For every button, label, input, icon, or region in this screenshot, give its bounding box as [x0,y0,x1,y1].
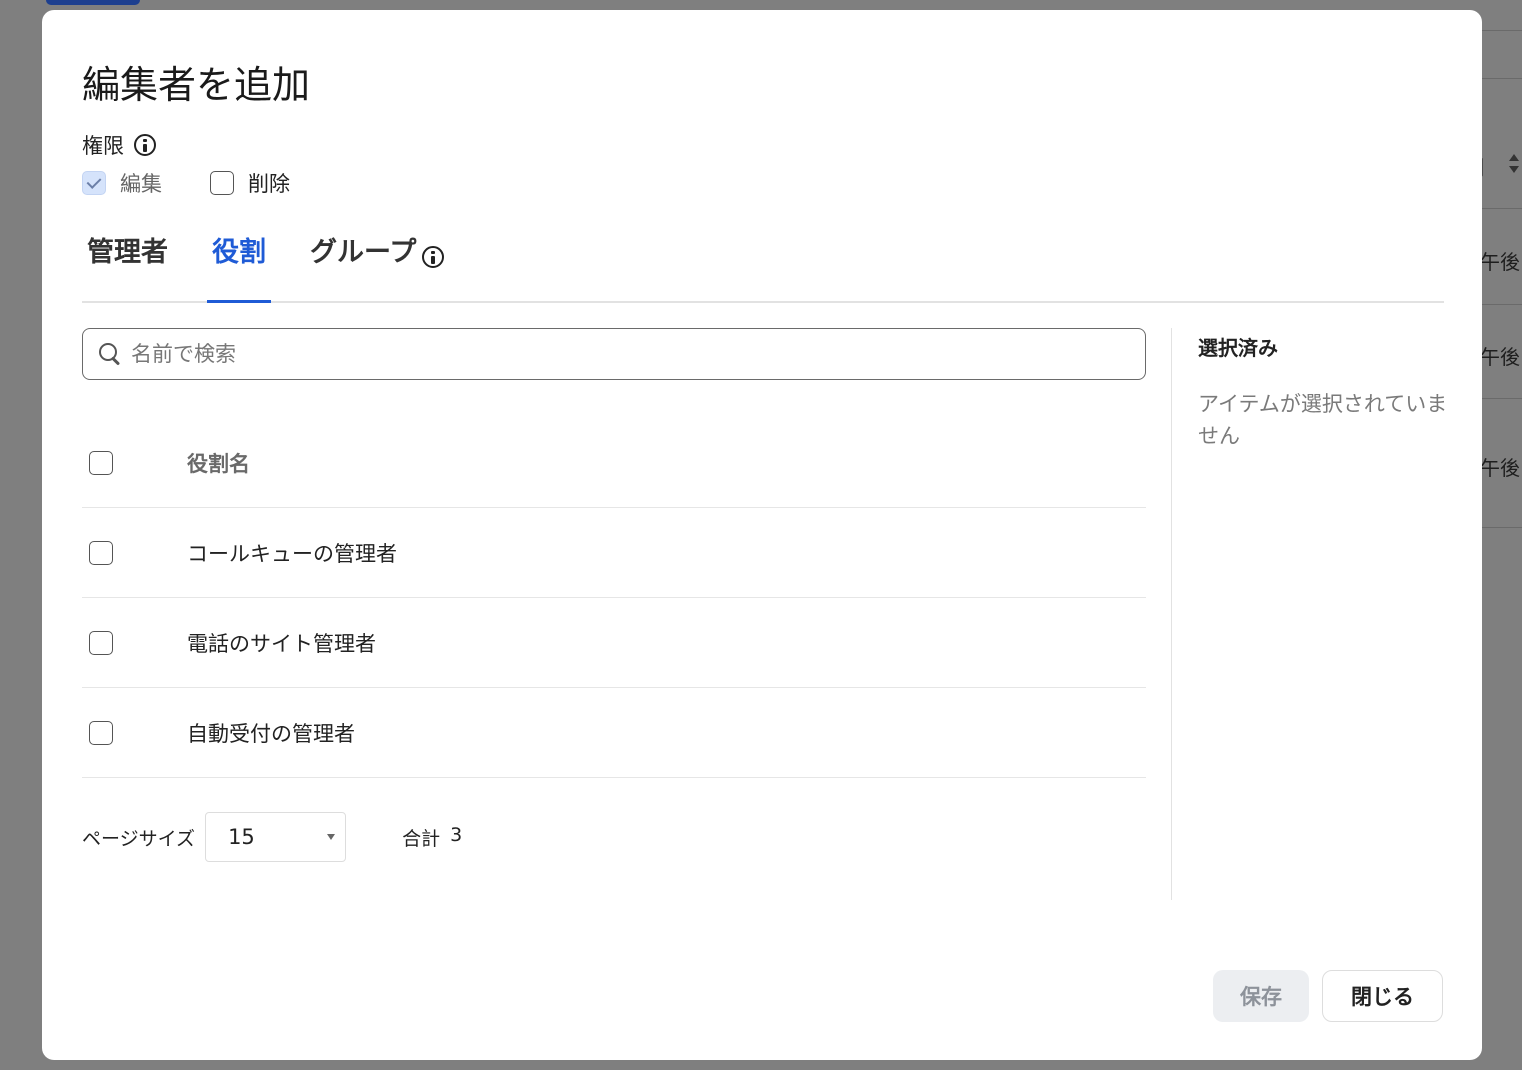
add-editor-dialog: 編集者を追加 権限 編集 削除 管理者 役割 グループ 役割 [42,10,1482,1060]
info-icon[interactable] [134,134,156,156]
row-checkbox[interactable] [89,540,113,565]
role-name-cell: 自動受付の管理者 [187,721,355,746]
table-row[interactable]: コールキューの管理者 [82,508,1146,598]
total-label: 合計 [402,827,441,850]
selected-panel-empty-text: アイテムが選択されていません [1198,392,1448,448]
tab-groups-label: グループ [310,237,417,268]
selected-panel-title: 選択済み [1198,336,1278,360]
tab-admins[interactable]: 管理者 [82,220,173,301]
row-checkbox[interactable] [89,720,113,745]
table-row[interactable]: 自動受付の管理者 [82,688,1146,778]
close-button[interactable]: 閉じる [1322,970,1443,1022]
tab-admins-label: 管理者 [87,237,168,268]
tab-groups[interactable]: グループ [305,220,449,301]
table-row[interactable]: 電話のサイト管理者 [82,598,1146,688]
info-icon[interactable] [422,246,445,268]
search-box [82,328,1146,380]
tab-roles-label: 役割 [212,237,266,268]
permission-edit-checkbox[interactable] [82,171,106,195]
background-cell: 午後 [1480,250,1520,274]
permission-delete-label: 削除 [248,172,290,196]
search-input[interactable] [131,342,1031,366]
pagination-bar: ページサイズ 15 合計 3 [82,812,462,862]
search-icon [99,343,121,365]
tab-roles[interactable]: 役割 [207,220,271,303]
background-cell: 午後 [1480,456,1520,480]
caret-down-icon [327,834,336,840]
row-checkbox[interactable] [89,630,113,655]
page-size-select[interactable]: 15 [205,812,347,862]
role-name-cell: コールキューの管理者 [187,541,397,566]
save-button[interactable]: 保存 [1213,970,1309,1022]
total-value: 3 [450,823,463,846]
permission-delete-checkbox[interactable] [210,171,234,195]
background-cell: 午後 [1480,345,1520,369]
select-all-checkbox[interactable] [89,450,113,475]
permission-edit-option[interactable]: 編集 [82,168,162,198]
dialog-title: 編集者を追加 [82,63,311,107]
sort-icon [1508,152,1520,176]
roles-table: 役割名 コールキューの管理者 電話のサイト管理者 自動受付の管理者 [82,418,1146,778]
permission-edit-label: 編集 [120,172,162,196]
total-count: 合計 3 [402,824,462,851]
permission-delete-option[interactable]: 削除 [210,168,290,198]
column-header-role-name: 役割名 [187,451,250,476]
panel-divider [1171,328,1172,900]
role-name-cell: 電話のサイト管理者 [187,631,376,656]
background-header-bar [46,0,140,5]
page-size-label: ページサイズ [82,827,196,850]
table-header-row: 役割名 [82,418,1146,508]
page-size-value: 15 [228,825,255,849]
editor-type-tabs: 管理者 役割 グループ [82,220,1444,303]
permissions-label: 権限 [82,134,124,158]
permissions-options: 編集 削除 [82,168,338,198]
permissions-label-group: 権限 [82,130,156,160]
